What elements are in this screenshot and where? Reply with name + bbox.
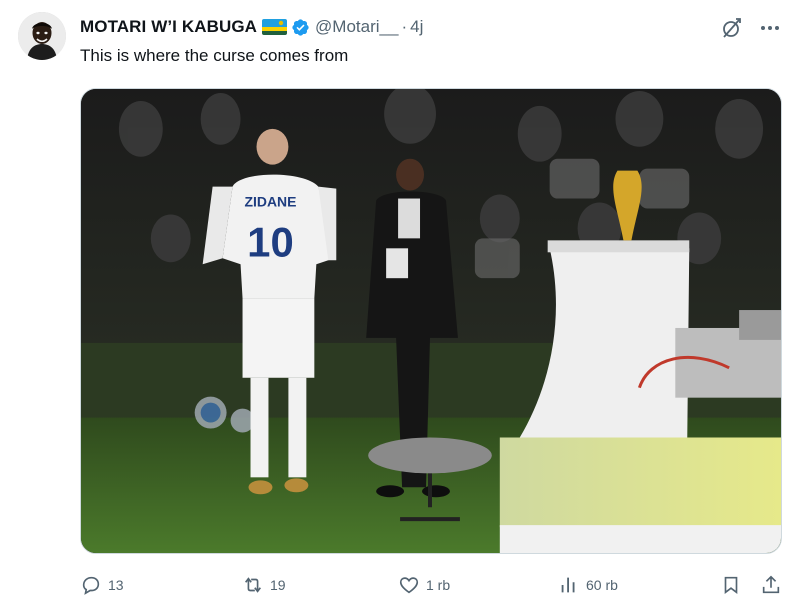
repost-icon — [245, 577, 261, 593]
action-bar: 13 19 1 rb 60 rb — [80, 574, 782, 600]
tweet-header: MOTARI W’I KABUGA @Motari__ · 4j — [80, 15, 423, 39]
more-icon[interactable] — [758, 16, 782, 40]
share-button[interactable] — [760, 574, 782, 596]
views-button[interactable]: 60 rb — [558, 574, 618, 596]
bookmark-icon — [724, 576, 738, 594]
verified-badge-icon[interactable] — [291, 18, 310, 37]
reply-button[interactable]: 13 — [80, 574, 124, 596]
bookmark-button[interactable] — [720, 574, 742, 596]
views-icon — [561, 577, 575, 593]
like-icon — [399, 577, 419, 594]
repost-button[interactable]: 19 — [242, 574, 286, 596]
repost-count: 19 — [270, 577, 286, 593]
timestamp[interactable]: 4j — [410, 17, 423, 37]
tweet-text: This is where the curse comes from — [80, 46, 349, 65]
jersey-number: 10 — [247, 218, 294, 265]
rwanda-flag-icon — [262, 19, 288, 35]
share-icon — [762, 575, 780, 594]
grok-icon[interactable] — [720, 16, 744, 40]
like-count: 1 rb — [426, 577, 451, 593]
tweet-photo[interactable]: ZIDANE 10 — [80, 88, 782, 554]
author-name[interactable]: MOTARI W’I KABUGA — [80, 17, 257, 37]
like-button[interactable]: 1 rb — [398, 574, 450, 596]
author-handle[interactable]: @Motari__ — [315, 17, 398, 37]
reply-icon — [82, 576, 100, 595]
views-count: 60 rb — [586, 577, 618, 593]
reply-count: 13 — [108, 577, 124, 593]
avatar[interactable] — [18, 12, 66, 60]
jersey-name: ZIDANE — [244, 194, 296, 210]
separator-dot: · — [401, 17, 408, 36]
